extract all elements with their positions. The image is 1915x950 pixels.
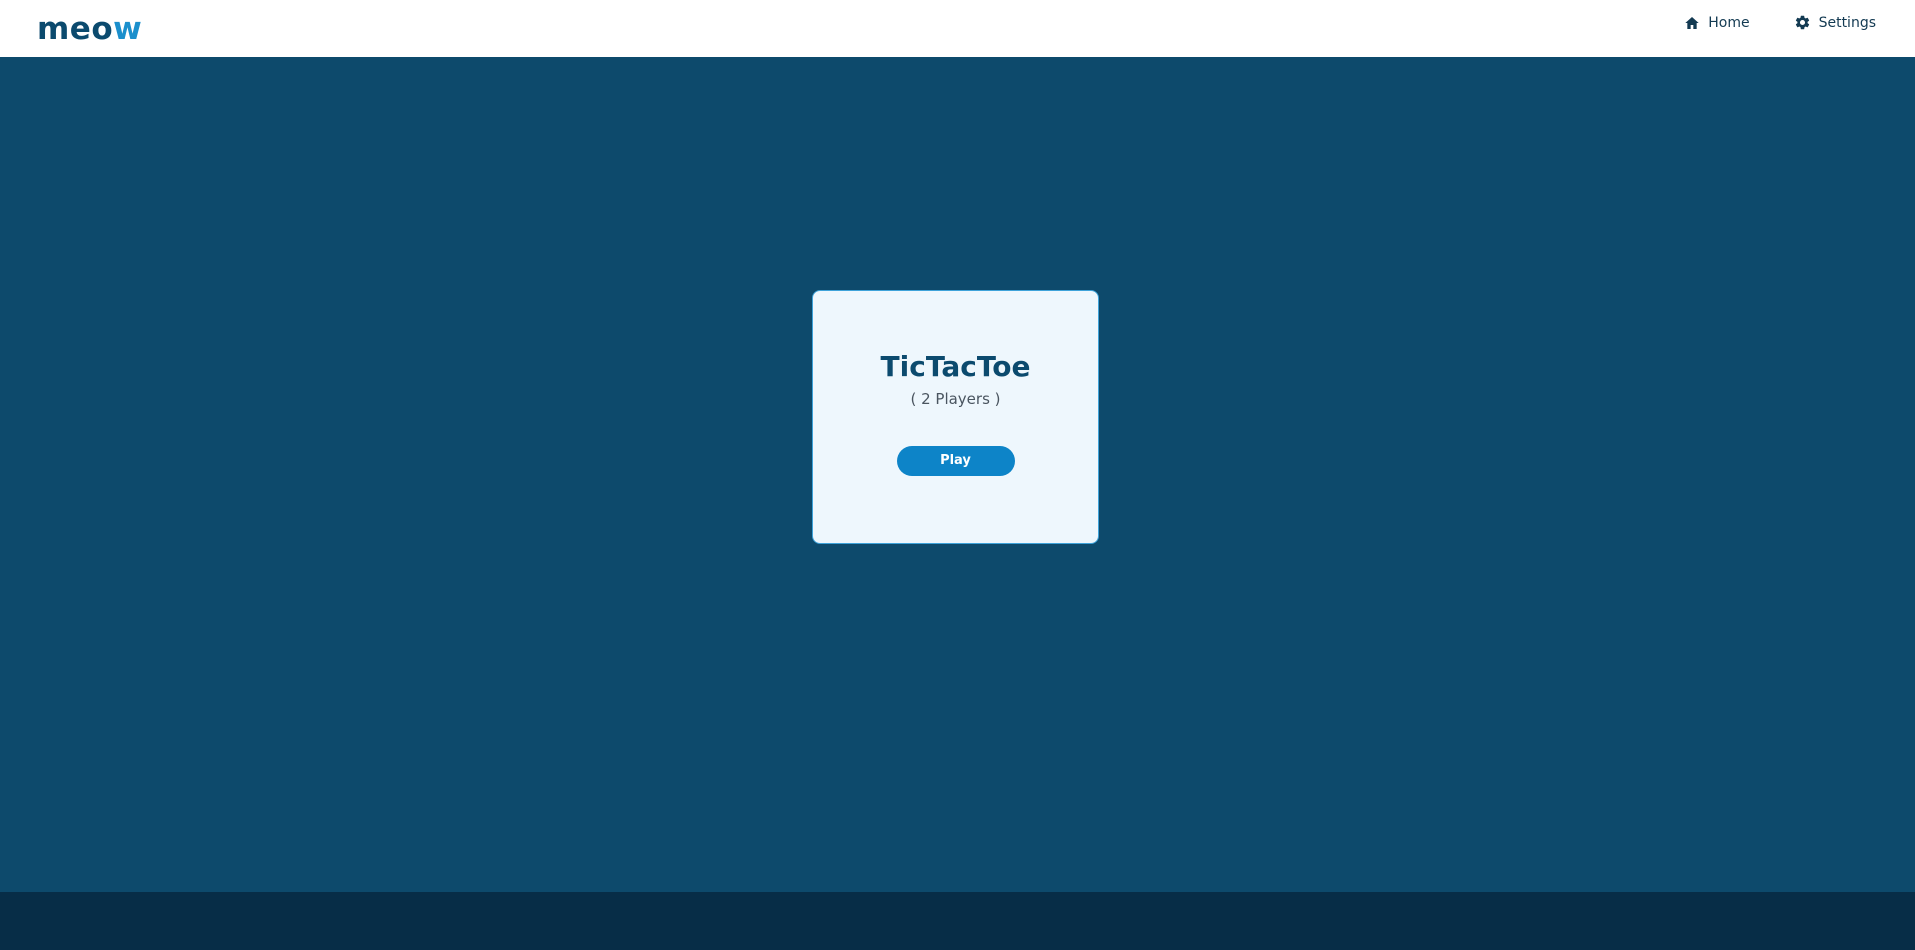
logo-text-dark: meo	[37, 11, 114, 47]
game-title: TicTacToe	[880, 350, 1031, 383]
game-player-count: ( 2 Players )	[910, 390, 1001, 408]
nav-settings-label: Settings	[1818, 14, 1876, 31]
home-icon	[1684, 15, 1700, 31]
nav-home-link[interactable]: Home	[1684, 14, 1750, 31]
game-card: TicTacToe ( 2 Players ) Play	[812, 290, 1099, 544]
nav-home-label: Home	[1708, 14, 1750, 31]
page: meow Home Settings TicTacToe ( 2 Players…	[0, 0, 1915, 950]
logo[interactable]: meow	[37, 10, 142, 48]
nav-links: Home Settings	[1684, 14, 1876, 31]
navbar: meow Home Settings	[0, 0, 1915, 57]
play-button[interactable]: Play	[896, 446, 1015, 476]
gear-icon	[1794, 14, 1811, 31]
nav-settings-link[interactable]: Settings	[1794, 14, 1876, 31]
logo-text-accent: w	[113, 11, 143, 47]
footer	[0, 892, 1915, 950]
